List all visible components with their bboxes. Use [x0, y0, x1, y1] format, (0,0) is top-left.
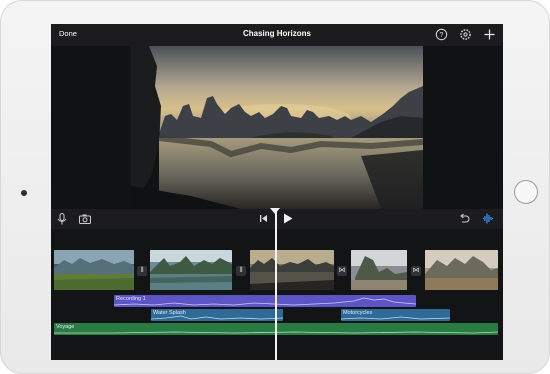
transition-icon[interactable]: ⦀: [137, 266, 147, 276]
waveform: [114, 297, 416, 306]
clip-thumbnail: [54, 250, 134, 290]
transition-icon[interactable]: ⋈: [411, 266, 421, 276]
video-clip[interactable]: [54, 250, 134, 290]
clip-thumbnail: [150, 250, 232, 290]
help-icon[interactable]: ?: [435, 28, 448, 41]
add-icon[interactable]: [483, 28, 496, 41]
video-clip[interactable]: [425, 250, 498, 290]
audio-track-recording[interactable]: Recording 1: [114, 295, 416, 307]
video-frame-image: [131, 46, 423, 209]
play-icon[interactable]: [283, 213, 293, 224]
clip-thumbnail: [351, 250, 407, 290]
top-bar: Done Chasing Horizons ?: [51, 24, 503, 46]
transition-icon[interactable]: ⋈: [337, 266, 347, 276]
imovie-screen: Done Chasing Horizons ? ⦀ ⦀ ⋈ ⋈ Recordin…: [51, 24, 503, 360]
undo-icon[interactable]: [459, 213, 470, 224]
audio-track-water-splash[interactable]: Water Splash: [151, 309, 283, 321]
camera-icon[interactable]: [79, 214, 91, 224]
svg-text:?: ?: [440, 32, 444, 39]
skip-to-start-icon[interactable]: [259, 214, 268, 223]
audio-track-motorcycles[interactable]: Motorcycles: [341, 309, 450, 321]
video-clip[interactable]: [351, 250, 407, 290]
home-button[interactable]: [514, 180, 538, 204]
waveform: [151, 315, 283, 320]
waveform: [341, 316, 450, 320]
video-viewer[interactable]: [131, 46, 423, 209]
video-clip[interactable]: [150, 250, 232, 290]
clip-thumbnail: [425, 250, 498, 290]
video-clip[interactable]: [250, 250, 334, 290]
timeline[interactable]: ⦀ ⦀ ⋈ ⋈ Recording 1 Water Splash Motorcy…: [51, 229, 503, 360]
clip-thumbnail: [250, 250, 334, 290]
playhead[interactable]: [275, 209, 277, 360]
ipad-frame: Done Chasing Horizons ? ⦀ ⦀ ⋈ ⋈ Recordin…: [0, 0, 550, 374]
transition-icon[interactable]: ⦀: [236, 266, 246, 276]
microphone-icon[interactable]: [57, 213, 67, 225]
audio-waveform-icon[interactable]: [482, 212, 494, 225]
settings-icon[interactable]: [459, 28, 472, 41]
front-camera: [21, 190, 27, 196]
